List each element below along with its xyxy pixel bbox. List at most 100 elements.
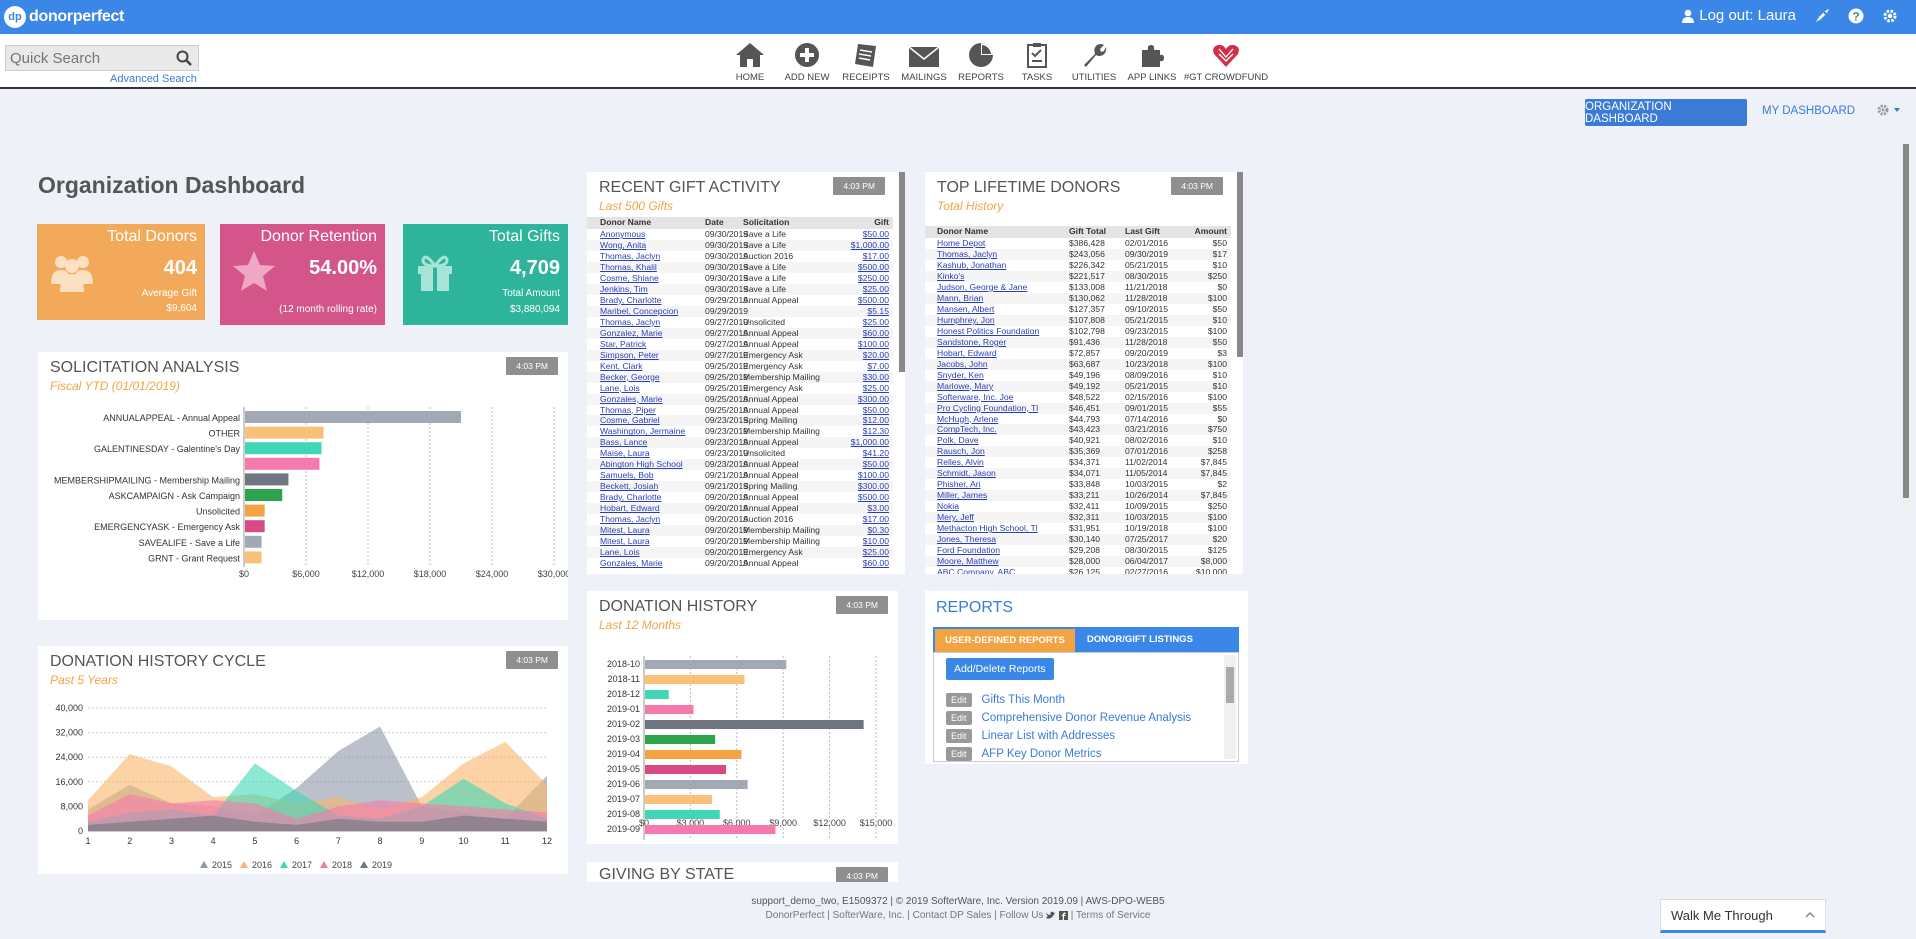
donor-cell-3[interactable]: $10 [1213, 435, 1227, 446]
recent-col-solicitation[interactable]: Solicitation [743, 217, 789, 227]
twitter-icon[interactable] [1046, 911, 1056, 920]
total-donors-card[interactable]: Total Donors 404 Average Gift $9,604 [37, 224, 205, 320]
nav-mailings[interactable]: MAILINGS [900, 38, 948, 83]
recent-cell-0[interactable]: Lane, Lois [600, 383, 640, 394]
recent-cell-3[interactable]: $500.00 [858, 492, 889, 503]
recent-row[interactable]: Cosme, Gabriel 09/23/2019 Spring Mailing $1… [587, 415, 893, 427]
recent-cell-0[interactable]: Maribel, Concepcion [600, 306, 678, 317]
donor-cell-3[interactable]: $7,845 [1201, 490, 1227, 501]
donor-cell-3[interactable]: $7,845 [1201, 457, 1227, 468]
donor-cell-3[interactable]: $100 [1208, 293, 1227, 304]
donor-cell-0[interactable]: Judson, George & Jane [937, 282, 1027, 293]
recent-cell-0[interactable]: Gonzalez, Marie [600, 328, 663, 339]
recent-cell-0[interactable]: Thomas, Piper [600, 405, 656, 416]
donor-cell-3[interactable]: $3 [1217, 348, 1227, 359]
report-link[interactable]: Gifts This Month [982, 694, 1066, 706]
report-link[interactable]: AFP Key Donor Metrics [982, 748, 1102, 760]
recent-cell-3[interactable]: $50.00 [863, 229, 889, 240]
recent-cell-0[interactable]: Anonymous [600, 229, 645, 240]
donor-row[interactable]: Mery, Jeff $32,311 10/03/2015 $100 [925, 512, 1231, 524]
my-dashboard-tab[interactable]: MY DASHBOARD [1762, 105, 1855, 117]
recent-cell-0[interactable]: Simpson, Peter [600, 350, 659, 361]
recent-cell-0[interactable]: Gonzales, Marie [600, 394, 663, 405]
donor-row[interactable]: Ford Foundation $29,208 08/30/2015 $125 [925, 545, 1231, 556]
donor-row[interactable]: Jones, Theresa $30,140 07/25/2017 $20 [925, 534, 1231, 546]
tab-donor-gift-listings[interactable]: DONOR/GIFT LISTINGS [1075, 627, 1205, 652]
edit-report-button[interactable]: Edit [946, 747, 972, 761]
donor-cell-3[interactable]: $50 [1213, 238, 1227, 249]
facebook-icon[interactable] [1059, 910, 1068, 920]
recent-cell-3[interactable]: $250.00 [858, 273, 889, 284]
top-donors-scrollbar[interactable] [1237, 172, 1243, 357]
donor-cell-3[interactable]: $250 [1208, 501, 1227, 512]
donor-cell-0[interactable]: Kinko's [937, 271, 964, 282]
nav-reports[interactable]: REPORTS [958, 38, 1004, 83]
donor-row[interactable]: Pro Cycling Foundation, Tl $46,451 09/01/2… [925, 402, 1231, 414]
recent-row[interactable]: Washington, Jermaine 09/23/2019 Membership… [587, 426, 893, 437]
brand-logo[interactable]: dp donorperfect [4, 6, 124, 28]
top-col-total[interactable]: Gift Total [1069, 226, 1106, 236]
recent-row[interactable]: Wong, Anita 09/30/2019 Save a Life $1,000.0… [587, 239, 893, 251]
recent-cell-3[interactable]: $5.15 [867, 306, 889, 317]
page-scrollbar[interactable] [1903, 144, 1909, 498]
recent-cell-3[interactable]: $12.00 [863, 415, 889, 426]
donor-cell-0[interactable]: Rausch, Jon [937, 446, 985, 457]
recent-cell-0[interactable]: Thomas, Jaclyn [600, 317, 660, 328]
donor-cell-0[interactable]: CompTech, Inc. [937, 424, 997, 435]
donor-retention-card[interactable]: Donor Retention 54.00% (12 month rolling… [220, 224, 385, 325]
donor-cell-3[interactable]: $8,000 [1201, 556, 1227, 567]
donor-row[interactable]: Schmidt, Jason $34,071 11/05/2014 $7,845 [925, 468, 1231, 480]
recent-cell-3[interactable]: $500.00 [858, 262, 889, 273]
recent-cell-3[interactable]: $25.00 [863, 284, 889, 295]
donor-cell-0[interactable]: Mery, Jeff [937, 512, 974, 523]
recent-row[interactable]: Brady, Charlotte 09/20/2019 Annual Appeal $… [587, 492, 893, 503]
donor-cell-3[interactable]: $0 [1217, 414, 1227, 425]
donor-row[interactable]: Mansen, Albert $127,357 09/10/2015 $50 [925, 304, 1231, 315]
recent-cell-0[interactable]: Bass, Lance [600, 437, 647, 448]
recent-cell-3[interactable]: $25.00 [863, 383, 889, 394]
recent-cell-0[interactable]: Thomas, Jaclyn [600, 251, 660, 262]
recent-cell-0[interactable]: Brady, Charlotte [600, 295, 661, 306]
recent-col-donor[interactable]: Donor Name [600, 217, 651, 227]
advanced-search-link[interactable]: Advanced Search [110, 73, 197, 85]
recent-row[interactable]: Abington High School 09/23/2019 Annual App… [587, 459, 893, 471]
recent-cell-3[interactable]: $300.00 [858, 394, 889, 405]
nav-utilities[interactable]: UTILITIES [1070, 38, 1118, 83]
recent-row[interactable]: Thomas, Jaclyn 09/20/2019 Auction 2016 $17.… [587, 514, 893, 525]
recent-cell-3[interactable]: $10.00 [863, 536, 889, 547]
recent-row[interactable]: Gonzalez, Marie 09/27/2019 Annual Appeal $6… [587, 327, 893, 339]
report-link[interactable]: Comprehensive Donor Revenue Analysis [982, 712, 1192, 724]
recent-cell-0[interactable]: Star, Patrick [600, 339, 646, 350]
donor-cell-3[interactable]: $7,845 [1201, 468, 1227, 479]
recent-cell-0[interactable]: Gonzales, Marie [600, 558, 663, 569]
recent-row[interactable]: Becker, George 09/25/2019 Membership Maili… [587, 371, 893, 383]
donor-cell-3[interactable]: $17 [1213, 249, 1227, 260]
tab-user-defined-reports[interactable]: USER-DEFINED REPORTS [935, 629, 1075, 652]
donor-cell-3[interactable]: $100 [1208, 359, 1227, 370]
donor-cell-0[interactable]: Methacton High School, Tl [937, 523, 1038, 534]
rocket-icon[interactable] [1814, 8, 1830, 24]
nav-home[interactable]: HOME [728, 38, 772, 83]
donor-cell-3[interactable]: $258 [1208, 446, 1227, 457]
recent-row[interactable]: Maribel, Concepcion 09/29/2019 $5.15 [587, 305, 893, 317]
donor-row[interactable]: Jacobs, John $63,687 10/23/2018 $100 [925, 358, 1231, 370]
donor-row[interactable]: Home Depot $386,428 02/01/2016 $50 [925, 238, 1231, 249]
footer-links-text[interactable]: DonorPerfect | SofterWare, Inc. | Contac… [766, 910, 1044, 921]
donor-row[interactable]: ABC Company, ABC $26,125 02/27/2016 $10,000 [925, 567, 1231, 574]
recent-cell-0[interactable]: Maise, Laura [600, 448, 650, 459]
recent-col-gift[interactable]: Gift [874, 217, 889, 227]
donor-cell-0[interactable]: Jones, Theresa [937, 534, 996, 545]
recent-cell-0[interactable]: Samuels, Bob [600, 470, 654, 481]
donor-cell-3[interactable]: $2 [1217, 479, 1227, 490]
recent-row[interactable]: Maise, Laura 09/23/2019 Unsolicited $41.20 [587, 448, 893, 459]
donor-cell-0[interactable]: Sandstone, Roger [937, 337, 1006, 348]
recent-cell-3[interactable]: $100.00 [858, 339, 889, 350]
help-icon[interactable]: ? [1848, 8, 1864, 24]
top-col-donor[interactable]: Donor Name [937, 226, 988, 236]
donor-row[interactable]: CompTech, Inc. $43,423 03/21/2016 $750 [925, 424, 1231, 436]
recent-row[interactable]: Mitest, Laura 09/20/2019 Membership Mailin… [587, 536, 893, 547]
top-col-amount[interactable]: Amount [1195, 226, 1227, 236]
donor-cell-0[interactable]: Softerware, Inc. Joe [937, 392, 1013, 403]
donor-row[interactable]: Phisher, Ari $33,848 10/03/2015 $2 [925, 479, 1231, 490]
donor-row[interactable]: Hobart, Edward $72,857 09/20/2019 $3 [925, 348, 1231, 359]
